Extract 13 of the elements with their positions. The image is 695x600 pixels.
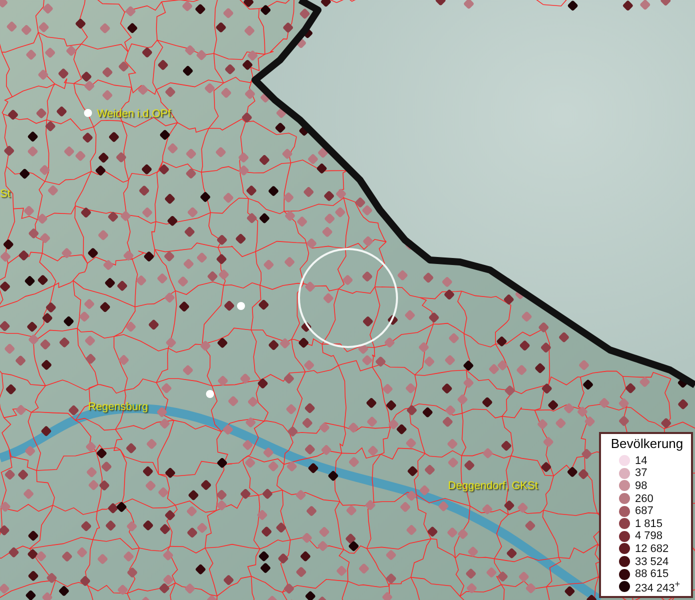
legend-label: 260 — [635, 492, 654, 505]
legend-label: 1 815 — [635, 518, 663, 530]
legend-title: Bevölkerung — [610, 436, 684, 452]
legend-label: 4 798 — [635, 530, 663, 542]
legend-label: 98 — [635, 480, 648, 492]
legend-label: 12 682 — [635, 542, 669, 555]
legend-label: 14 — [635, 454, 648, 467]
legend-label: 33 524 — [635, 556, 669, 568]
legend-label: 234 243$^{+}$ — [635, 578, 680, 596]
legend-label: 88 615 — [635, 568, 669, 580]
legend-label: 37 — [635, 467, 648, 480]
legend-label: 687 — [635, 505, 654, 518]
place-label: St — [0, 187, 10, 201]
